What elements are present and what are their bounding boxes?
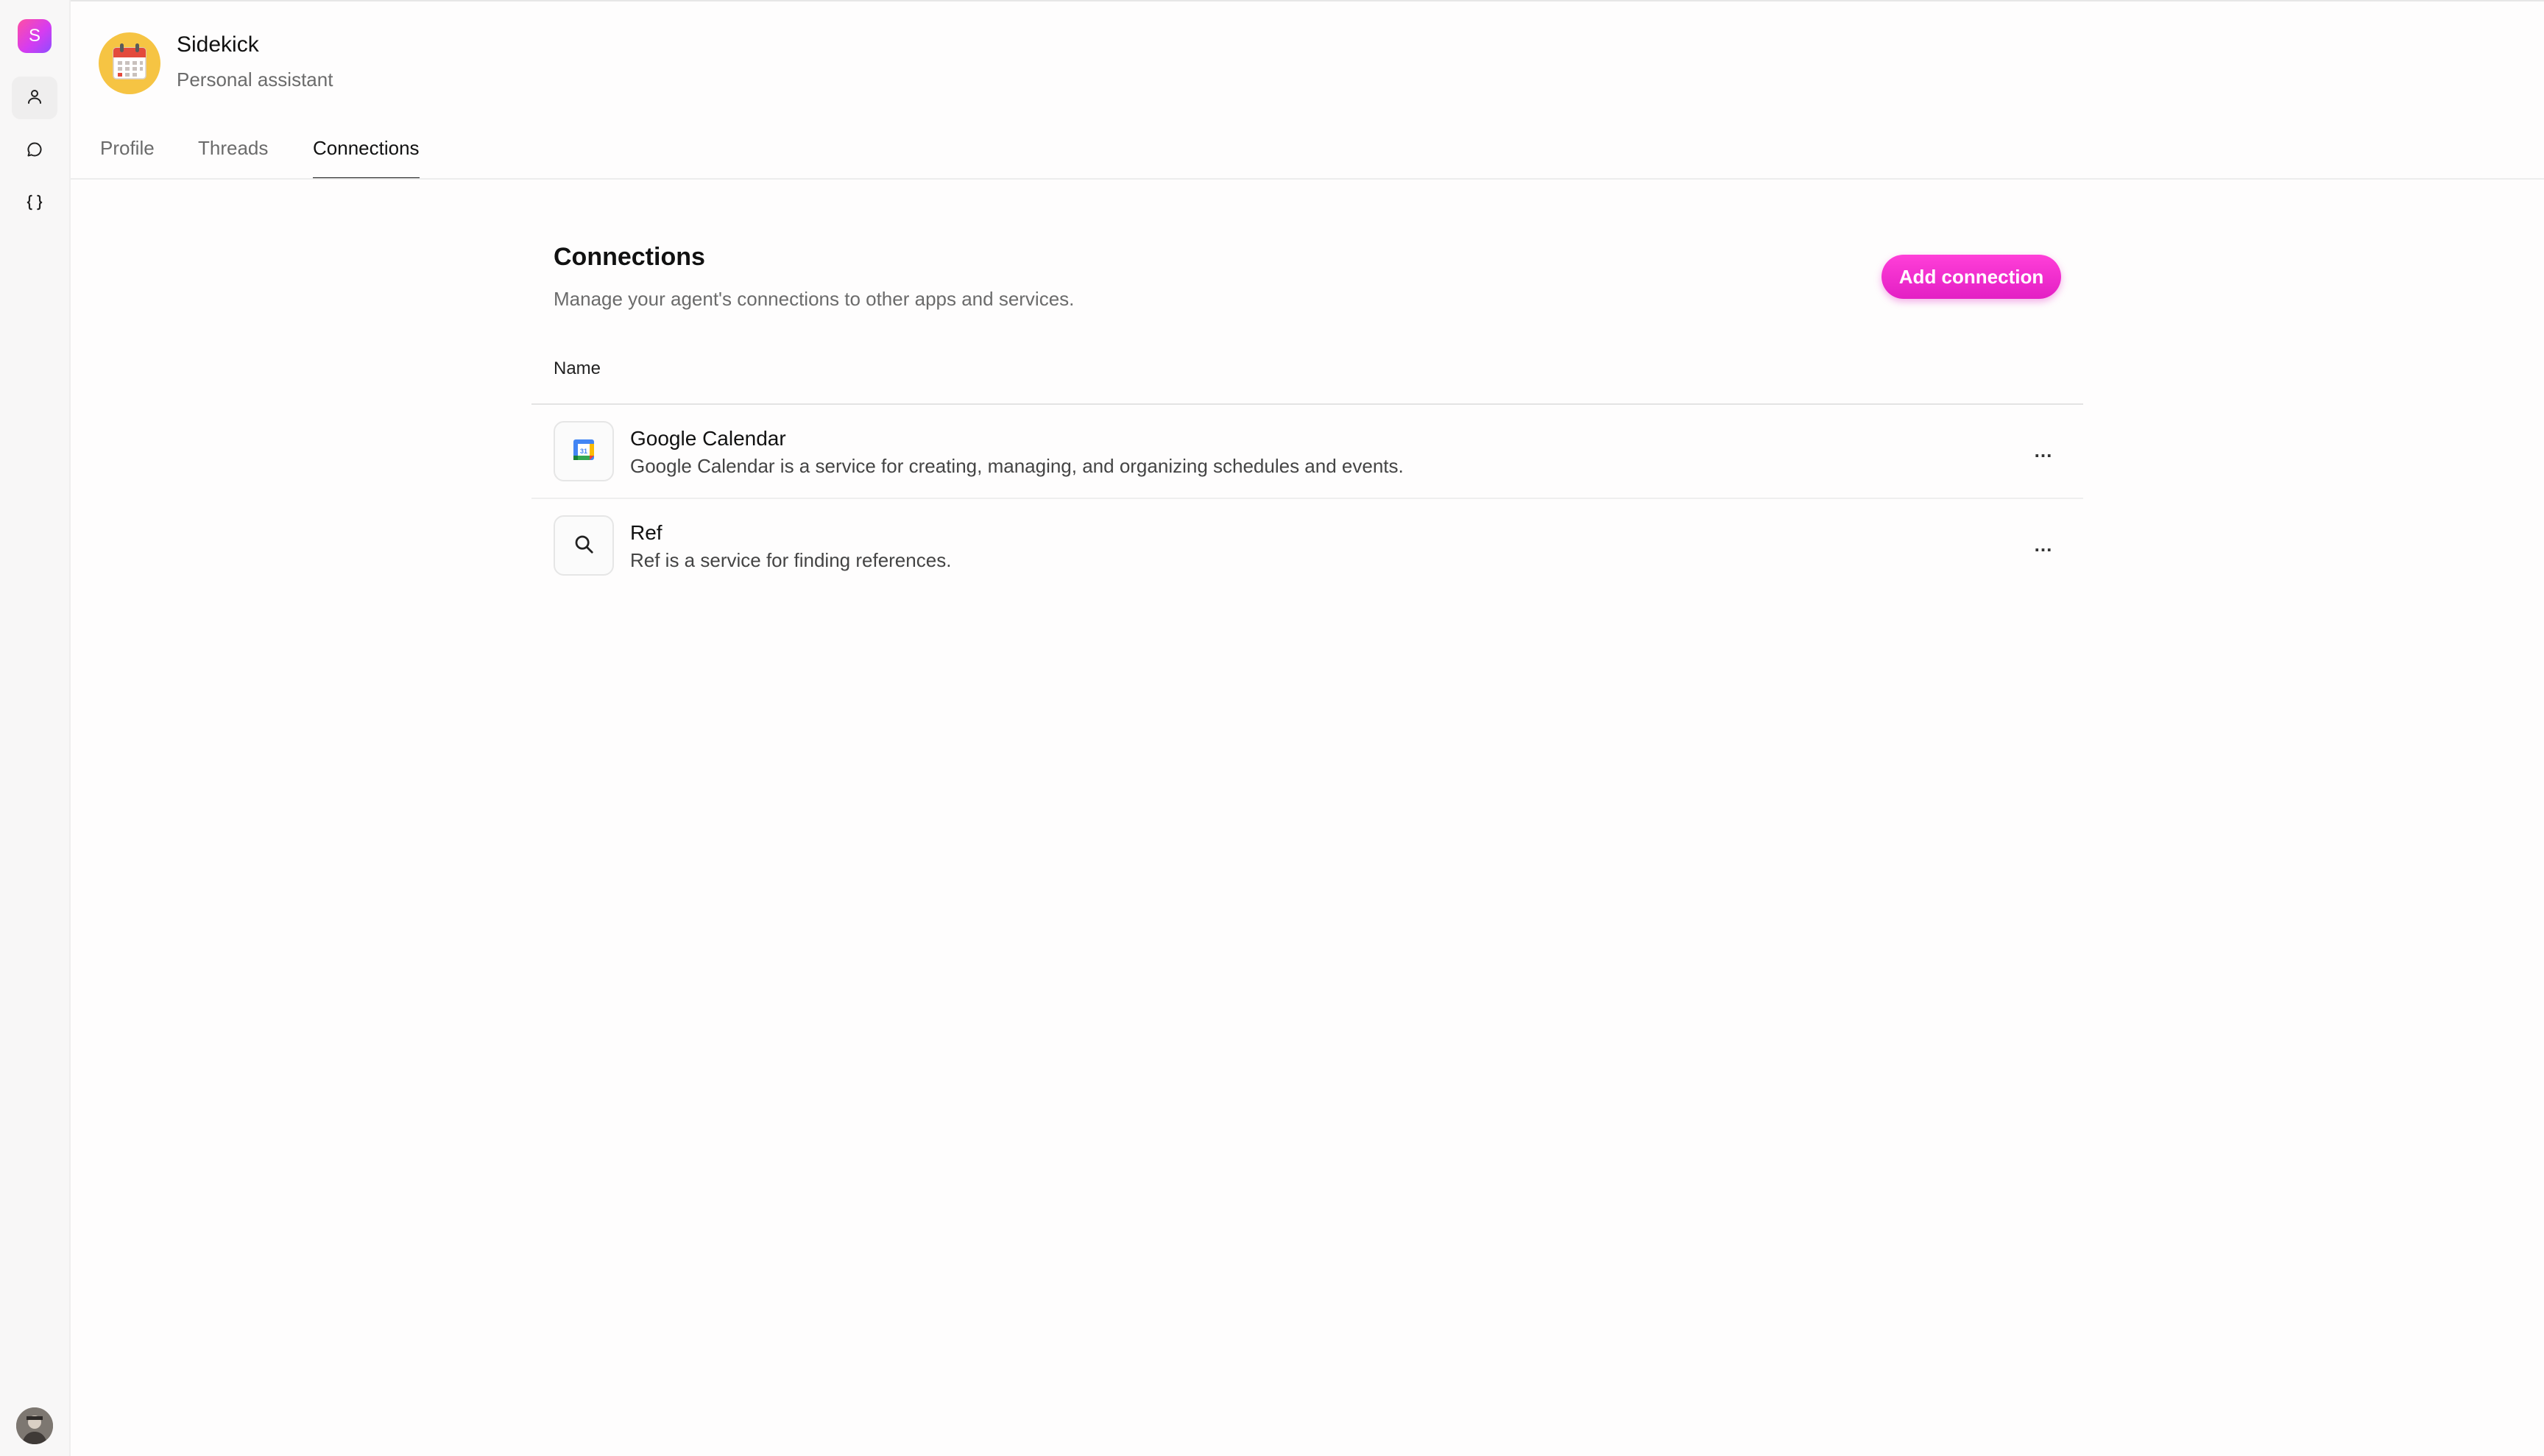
rail-item-code[interactable]	[12, 183, 57, 225]
google-calendar-icon: 31	[572, 438, 596, 465]
left-rail: S	[0, 0, 71, 1456]
page-subtitle: Manage your agent's connections to other…	[554, 288, 1075, 310]
search-icon	[573, 533, 595, 559]
app-logo[interactable]: S	[18, 19, 52, 53]
user-avatar[interactable]	[16, 1407, 53, 1444]
tabs-divider	[71, 178, 2544, 180]
agent-avatar	[99, 32, 160, 94]
agent-subtitle: Personal assistant	[177, 68, 333, 91]
agent-name: Sidekick	[177, 32, 259, 57]
add-connection-button[interactable]: Add connection	[1882, 255, 2061, 299]
rail-item-threads[interactable]	[12, 130, 57, 172]
tab-threads[interactable]: Threads	[198, 137, 268, 180]
row-icon-box	[554, 515, 614, 576]
app-logo-letter: S	[28, 26, 40, 46]
row-icon-box: 31	[554, 421, 614, 481]
column-header-name: Name	[554, 358, 601, 378]
calendar-emoji-icon	[110, 42, 149, 85]
braces-icon	[25, 193, 44, 216]
tab-connections[interactable]: Connections	[313, 137, 420, 180]
connection-name: Ref	[630, 521, 662, 544]
user-icon	[26, 88, 43, 109]
rail-item-profile[interactable]	[12, 77, 57, 119]
connection-description: Ref is a service for finding references.	[630, 549, 952, 571]
connection-row-google-calendar[interactable]: 31 Google Calendar Google Calendar is a …	[531, 405, 2083, 499]
connection-description: Google Calendar is a service for creatin…	[630, 455, 1404, 477]
svg-text:31: 31	[580, 448, 587, 455]
page-title: Connections	[554, 243, 705, 271]
top-border	[0, 0, 2544, 1]
chat-bubble-icon	[26, 141, 43, 162]
connection-row-ref[interactable]: Ref Ref is a service for finding referen…	[531, 499, 2083, 593]
tab-profile[interactable]: Profile	[100, 137, 155, 180]
more-options-button[interactable]: ...	[2021, 437, 2066, 464]
more-options-button[interactable]: ...	[2021, 531, 2066, 558]
connection-name: Google Calendar	[630, 427, 786, 450]
